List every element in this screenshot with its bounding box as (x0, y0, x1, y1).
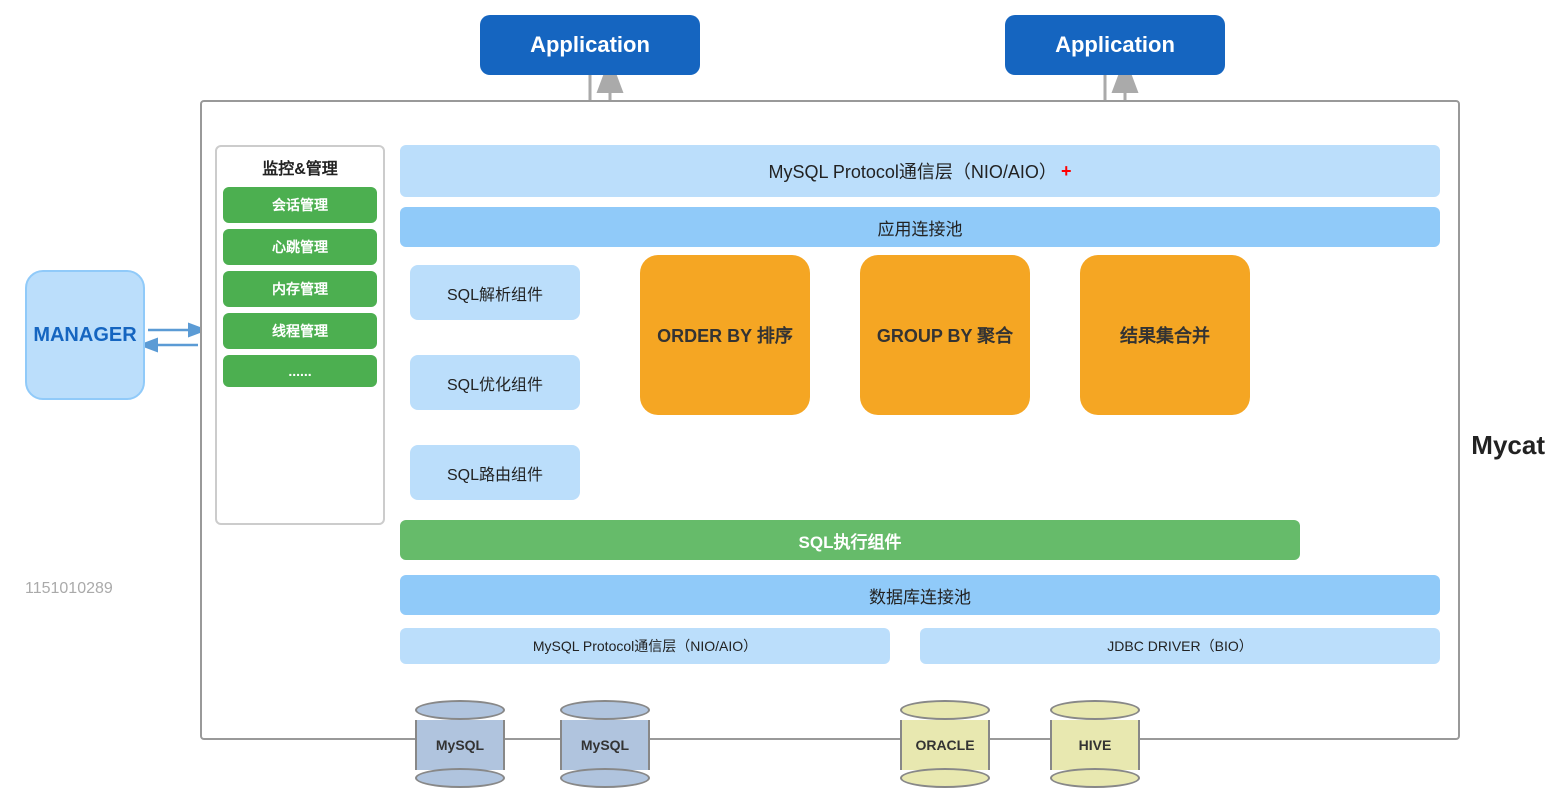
app-label-left: Application (530, 32, 650, 58)
sql-optimize-label: SQL优化组件 (447, 371, 543, 395)
monitor-title: 监控&管理 (223, 155, 377, 179)
sql-exec-label: SQL执行组件 (799, 528, 902, 553)
app-box-right: Application (1005, 15, 1225, 75)
orderby-label: ORDER BY 排序 (657, 322, 793, 348)
sql-exec-bar: SQL执行组件 (400, 520, 1300, 560)
sql-optimize-box: SQL优化组件 (410, 355, 580, 410)
bottom-protocol-right: JDBC DRIVER（BIO） (920, 628, 1440, 664)
db-conn-pool-label: 数据库连接池 (869, 583, 971, 608)
orange-box-orderby: ORDER BY 排序 (640, 255, 810, 415)
db-conn-pool-bar: 数据库连接池 (400, 575, 1440, 615)
monitor-item-4: ...... (223, 355, 377, 387)
db-hive: HIVE (1050, 700, 1140, 788)
monitor-item-0: 会话管理 (223, 187, 377, 223)
protocol-top-label: MySQL Protocol通信层（NIO/AIO） (769, 158, 1057, 184)
monitor-item-2: 内存管理 (223, 271, 377, 307)
sql-route-box: SQL路由组件 (410, 445, 580, 500)
monitor-item-3: 线程管理 (223, 313, 377, 349)
mycat-label: Mycat (1471, 430, 1545, 461)
bottom-protocol-left: MySQL Protocol通信层（NIO/AIO） (400, 628, 890, 664)
db-mysql-1: MySQL (415, 700, 505, 788)
app-box-left: Application (480, 15, 700, 75)
protocol-top-bar: MySQL Protocol通信层（NIO/AIO） + (400, 145, 1440, 197)
diagram-container: Application Application Mycat MANAGER 监控… (0, 0, 1565, 800)
orange-box-result: 结果集合并 (1080, 255, 1250, 415)
db-oracle: ORACLE (900, 700, 990, 788)
bottom-protocol-left-label: MySQL Protocol通信层（NIO/AIO） (533, 636, 757, 656)
sql-route-label: SQL路由组件 (447, 461, 543, 485)
manager-box: MANAGER (25, 270, 145, 400)
red-plus: + (1061, 161, 1072, 182)
app-conn-pool-label: 应用连接池 (878, 215, 963, 240)
result-label: 结果集合并 (1120, 322, 1210, 348)
app-label-right: Application (1055, 32, 1175, 58)
bottom-protocol-right-label: JDBC DRIVER（BIO） (1107, 636, 1252, 656)
app-conn-pool-bar: 应用连接池 (400, 207, 1440, 247)
manager-label: MANAGER (33, 324, 136, 347)
orange-box-groupby: GROUP BY 聚合 (860, 255, 1030, 415)
sql-parse-box: SQL解析组件 (410, 265, 580, 320)
db-mysql-2: MySQL (560, 700, 650, 788)
monitor-item-1: 心跳管理 (223, 229, 377, 265)
watermark: 1151010289 (25, 580, 113, 598)
monitor-panel: 监控&管理 会话管理 心跳管理 内存管理 线程管理 ...... (215, 145, 385, 525)
sql-parse-label: SQL解析组件 (447, 281, 543, 305)
groupby-label: GROUP BY 聚合 (877, 322, 1013, 348)
